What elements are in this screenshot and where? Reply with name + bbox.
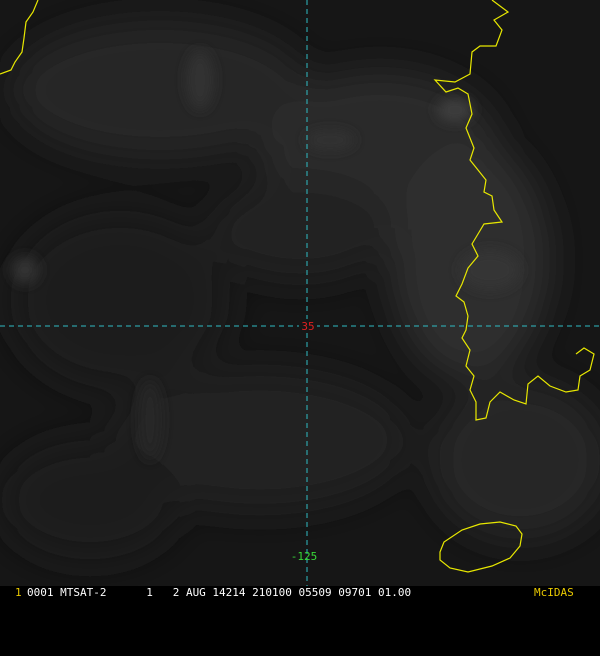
longitude-label: -125 [291,550,318,563]
mcidas-brand: McIDAS [534,586,574,599]
satellite-image: 35 -125 [0,0,600,600]
frame-number: 1 [15,586,22,599]
satellite-image-viewer[interactable]: 35 -125 1 0001 MTSAT-2 1 2 AUG 14214 210… [0,0,600,600]
latitude-label: 35 [301,320,314,333]
status-bar: 1 0001 MTSAT-2 1 2 AUG 14214 210100 0550… [0,586,600,600]
image-info: 0001 MTSAT-2 1 2 AUG 14214 210100 05509 … [27,586,412,599]
